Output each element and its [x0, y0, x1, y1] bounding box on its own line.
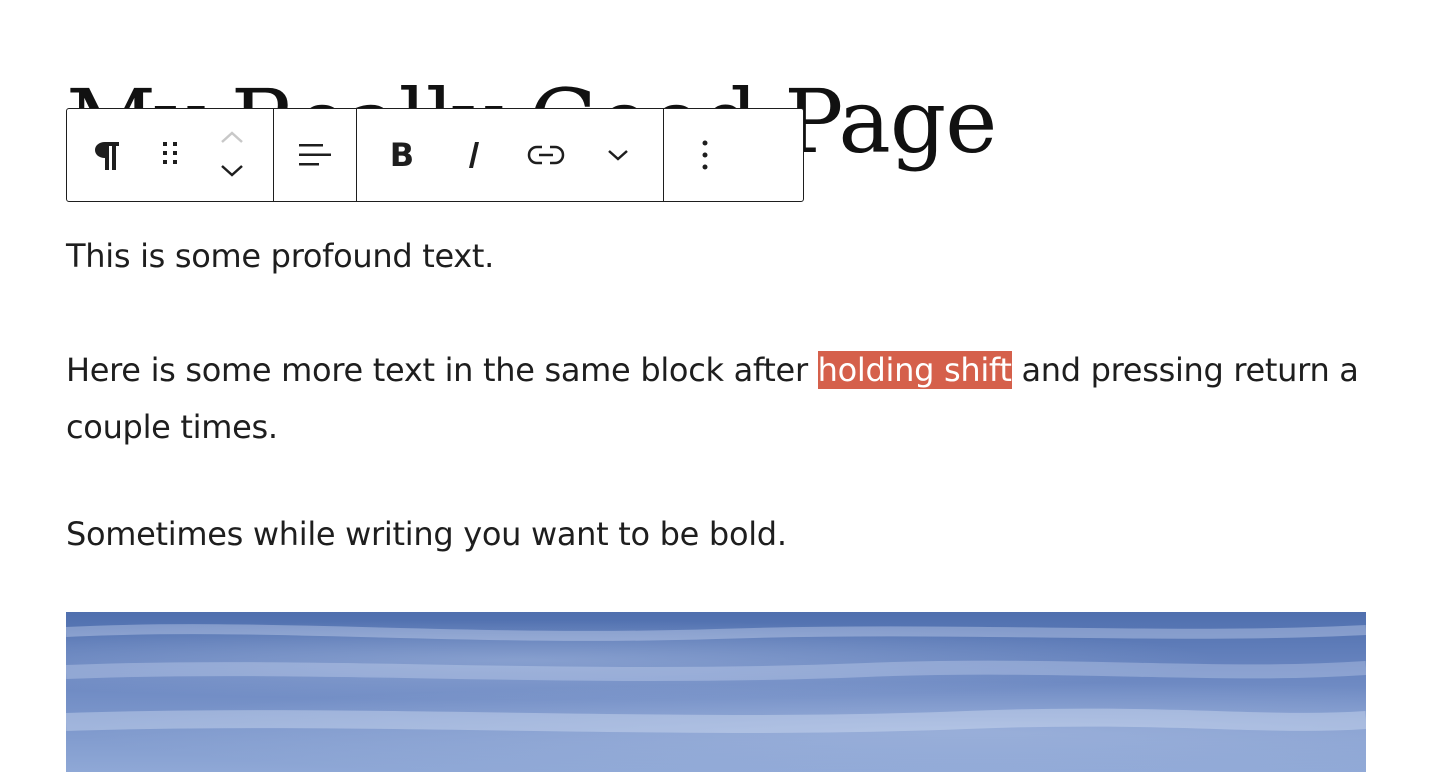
align-left-icon	[298, 138, 332, 172]
paragraph-block[interactable]: This is some profound text.	[66, 228, 494, 285]
paragraph-block[interactable]: Sometimes while writing you want to be b…	[66, 506, 787, 563]
paragraph-block-type-button[interactable]	[85, 125, 131, 185]
sky-image	[66, 624, 1366, 733]
align-button[interactable]	[292, 125, 338, 185]
paragraph-text-before: Here is some more text in the same block…	[66, 351, 818, 389]
bold-button[interactable]: B	[379, 125, 425, 185]
chevron-up-icon	[219, 129, 245, 148]
options-group	[664, 109, 746, 201]
options-button[interactable]	[682, 125, 728, 185]
italic-icon	[464, 138, 484, 172]
link-button[interactable]	[523, 125, 569, 185]
more-vertical-icon	[701, 139, 709, 171]
block-mover	[209, 120, 255, 190]
selected-text[interactable]: holding shift	[817, 351, 1012, 389]
move-up-button[interactable]	[219, 124, 245, 152]
chevron-down-icon	[219, 163, 245, 182]
more-formats-button[interactable]	[595, 125, 641, 185]
italic-button[interactable]	[451, 125, 497, 185]
block-controls-group	[67, 109, 274, 201]
drag-button[interactable]	[147, 125, 193, 185]
alignment-group	[274, 109, 357, 201]
paragraph-block-selected[interactable]: Here is some more text in the same block…	[66, 342, 1366, 456]
block-toolbar: B	[66, 108, 804, 202]
formatting-group: B	[357, 109, 664, 201]
link-icon	[527, 142, 565, 168]
move-down-button[interactable]	[219, 158, 245, 186]
drag-handle-icon	[160, 140, 180, 170]
pilcrow-icon	[93, 138, 123, 172]
bold-label: B	[389, 136, 415, 174]
image-block[interactable]	[66, 612, 1366, 772]
chevron-down-icon	[606, 148, 630, 162]
